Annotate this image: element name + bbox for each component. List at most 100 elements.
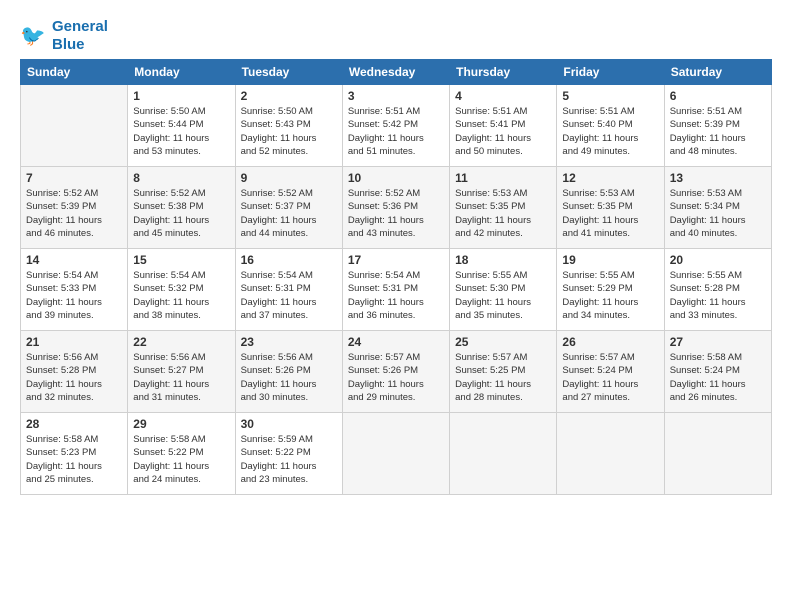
- day-info: Sunrise: 5:53 AM Sunset: 5:35 PM Dayligh…: [455, 187, 551, 240]
- calendar-header-wednesday: Wednesday: [342, 60, 449, 85]
- day-info: Sunrise: 5:55 AM Sunset: 5:29 PM Dayligh…: [562, 269, 658, 322]
- calendar-cell: 17 Sunrise: 5:54 AM Sunset: 5:31 PM Dayli…: [342, 249, 449, 331]
- day-number: 6: [670, 89, 766, 103]
- day-number: 12: [562, 171, 658, 185]
- day-number: 5: [562, 89, 658, 103]
- calendar-week-row: 21 Sunrise: 5:56 AM Sunset: 5:28 PM Dayli…: [21, 331, 772, 413]
- day-number: 1: [133, 89, 229, 103]
- day-number: 22: [133, 335, 229, 349]
- calendar-cell: 20 Sunrise: 5:55 AM Sunset: 5:28 PM Dayli…: [664, 249, 771, 331]
- day-number: 17: [348, 253, 444, 267]
- day-info: Sunrise: 5:50 AM Sunset: 5:43 PM Dayligh…: [241, 105, 337, 158]
- day-info: Sunrise: 5:50 AM Sunset: 5:44 PM Dayligh…: [133, 105, 229, 158]
- calendar-cell: [342, 413, 449, 495]
- calendar-week-row: 28 Sunrise: 5:58 AM Sunset: 5:23 PM Dayli…: [21, 413, 772, 495]
- day-info: Sunrise: 5:58 AM Sunset: 5:22 PM Dayligh…: [133, 433, 229, 486]
- day-info: Sunrise: 5:56 AM Sunset: 5:27 PM Dayligh…: [133, 351, 229, 404]
- logo-icon: 🐦: [20, 22, 48, 50]
- day-info: Sunrise: 5:54 AM Sunset: 5:31 PM Dayligh…: [348, 269, 444, 322]
- day-info: Sunrise: 5:53 AM Sunset: 5:35 PM Dayligh…: [562, 187, 658, 240]
- day-info: Sunrise: 5:54 AM Sunset: 5:31 PM Dayligh…: [241, 269, 337, 322]
- day-number: 2: [241, 89, 337, 103]
- calendar-cell: 22 Sunrise: 5:56 AM Sunset: 5:27 PM Dayli…: [128, 331, 235, 413]
- calendar-week-row: 14Sunrise: 5:54 AM Sunset: 5:33 PM Dayli…: [21, 249, 772, 331]
- calendar-cell: 5 Sunrise: 5:51 AM Sunset: 5:40 PM Daylig…: [557, 85, 664, 167]
- logo: 🐦 General Blue: [20, 18, 108, 53]
- calendar-cell: 26Sunrise: 5:57 AM Sunset: 5:24 PM Dayli…: [557, 331, 664, 413]
- day-info: Sunrise: 5:54 AM Sunset: 5:33 PM Dayligh…: [26, 269, 122, 322]
- calendar-cell: 21 Sunrise: 5:56 AM Sunset: 5:28 PM Dayli…: [21, 331, 128, 413]
- day-number: 27: [670, 335, 766, 349]
- day-number: 20: [670, 253, 766, 267]
- day-info: Sunrise: 5:52 AM Sunset: 5:38 PM Dayligh…: [133, 187, 229, 240]
- logo-line1: General: [52, 18, 108, 35]
- day-info: Sunrise: 5:51 AM Sunset: 5:39 PM Dayligh…: [670, 105, 766, 158]
- calendar-cell: 24 Sunrise: 5:57 AM Sunset: 5:26 PM Dayli…: [342, 331, 449, 413]
- day-number: 7: [26, 171, 122, 185]
- day-info: Sunrise: 5:55 AM Sunset: 5:30 PM Dayligh…: [455, 269, 551, 322]
- calendar-cell: 27Sunrise: 5:58 AM Sunset: 5:24 PM Dayli…: [664, 331, 771, 413]
- day-number: 25: [455, 335, 551, 349]
- day-number: 23: [241, 335, 337, 349]
- calendar-cell: 19 Sunrise: 5:55 AM Sunset: 5:29 PM Dayli…: [557, 249, 664, 331]
- calendar-cell: 6 Sunrise: 5:51 AM Sunset: 5:39 PM Daylig…: [664, 85, 771, 167]
- day-info: Sunrise: 5:52 AM Sunset: 5:39 PM Dayligh…: [26, 187, 122, 240]
- day-number: 24: [348, 335, 444, 349]
- calendar-cell: 25 Sunrise: 5:57 AM Sunset: 5:25 PM Dayli…: [450, 331, 557, 413]
- calendar-cell: [557, 413, 664, 495]
- calendar-cell: 15Sunrise: 5:54 AM Sunset: 5:32 PM Dayli…: [128, 249, 235, 331]
- calendar-week-row: 1 Sunrise: 5:50 AM Sunset: 5:44 PM Daylig…: [21, 85, 772, 167]
- day-info: Sunrise: 5:58 AM Sunset: 5:23 PM Dayligh…: [26, 433, 122, 486]
- day-number: 16: [241, 253, 337, 267]
- calendar-cell: 4 Sunrise: 5:51 AM Sunset: 5:41 PM Daylig…: [450, 85, 557, 167]
- day-number: 11: [455, 171, 551, 185]
- calendar-cell: [450, 413, 557, 495]
- day-info: Sunrise: 5:56 AM Sunset: 5:26 PM Dayligh…: [241, 351, 337, 404]
- calendar-cell: 9 Sunrise: 5:52 AM Sunset: 5:37 PM Daylig…: [235, 167, 342, 249]
- calendar-cell: 2 Sunrise: 5:50 AM Sunset: 5:43 PM Daylig…: [235, 85, 342, 167]
- day-info: Sunrise: 5:51 AM Sunset: 5:41 PM Dayligh…: [455, 105, 551, 158]
- calendar-cell: 7 Sunrise: 5:52 AM Sunset: 5:39 PM Daylig…: [21, 167, 128, 249]
- calendar-header-saturday: Saturday: [664, 60, 771, 85]
- calendar-cell: 12 Sunrise: 5:53 AM Sunset: 5:35 PM Dayli…: [557, 167, 664, 249]
- day-info: Sunrise: 5:51 AM Sunset: 5:40 PM Dayligh…: [562, 105, 658, 158]
- day-number: 21: [26, 335, 122, 349]
- calendar-header-friday: Friday: [557, 60, 664, 85]
- day-info: Sunrise: 5:59 AM Sunset: 5:22 PM Dayligh…: [241, 433, 337, 486]
- day-number: 28: [26, 417, 122, 431]
- calendar-cell: [21, 85, 128, 167]
- calendar-cell: [664, 413, 771, 495]
- calendar-week-row: 7 Sunrise: 5:52 AM Sunset: 5:39 PM Daylig…: [21, 167, 772, 249]
- calendar-header-tuesday: Tuesday: [235, 60, 342, 85]
- calendar-cell: 13Sunrise: 5:53 AM Sunset: 5:34 PM Dayli…: [664, 167, 771, 249]
- calendar-header-sunday: Sunday: [21, 60, 128, 85]
- calendar-cell: 11 Sunrise: 5:53 AM Sunset: 5:35 PM Dayli…: [450, 167, 557, 249]
- day-number: 8: [133, 171, 229, 185]
- day-info: Sunrise: 5:55 AM Sunset: 5:28 PM Dayligh…: [670, 269, 766, 322]
- calendar-cell: 29Sunrise: 5:58 AM Sunset: 5:22 PM Dayli…: [128, 413, 235, 495]
- day-info: Sunrise: 5:57 AM Sunset: 5:26 PM Dayligh…: [348, 351, 444, 404]
- day-info: Sunrise: 5:52 AM Sunset: 5:37 PM Dayligh…: [241, 187, 337, 240]
- day-info: Sunrise: 5:57 AM Sunset: 5:25 PM Dayligh…: [455, 351, 551, 404]
- calendar-table: SundayMondayTuesdayWednesdayThursdayFrid…: [20, 59, 772, 495]
- svg-text:🐦: 🐦: [20, 24, 46, 47]
- calendar-cell: 3Sunrise: 5:51 AM Sunset: 5:42 PM Daylig…: [342, 85, 449, 167]
- day-info: Sunrise: 5:53 AM Sunset: 5:34 PM Dayligh…: [670, 187, 766, 240]
- day-info: Sunrise: 5:56 AM Sunset: 5:28 PM Dayligh…: [26, 351, 122, 404]
- calendar-cell: 10 Sunrise: 5:52 AM Sunset: 5:36 PM Dayli…: [342, 167, 449, 249]
- day-number: 15: [133, 253, 229, 267]
- calendar-header-monday: Monday: [128, 60, 235, 85]
- calendar-header-thursday: Thursday: [450, 60, 557, 85]
- day-number: 19: [562, 253, 658, 267]
- day-number: 4: [455, 89, 551, 103]
- day-info: Sunrise: 5:52 AM Sunset: 5:36 PM Dayligh…: [348, 187, 444, 240]
- logo-line2: Blue: [52, 36, 85, 53]
- calendar-cell: 8 Sunrise: 5:52 AM Sunset: 5:38 PM Daylig…: [128, 167, 235, 249]
- day-number: 10: [348, 171, 444, 185]
- calendar-cell: 28 Sunrise: 5:58 AM Sunset: 5:23 PM Dayli…: [21, 413, 128, 495]
- calendar-cell: 23 Sunrise: 5:56 AM Sunset: 5:26 PM Dayli…: [235, 331, 342, 413]
- logo-text: General Blue: [52, 18, 108, 53]
- day-number: 9: [241, 171, 337, 185]
- calendar-cell: 30Sunrise: 5:59 AM Sunset: 5:22 PM Dayli…: [235, 413, 342, 495]
- calendar-header-row: SundayMondayTuesdayWednesdayThursdayFrid…: [21, 60, 772, 85]
